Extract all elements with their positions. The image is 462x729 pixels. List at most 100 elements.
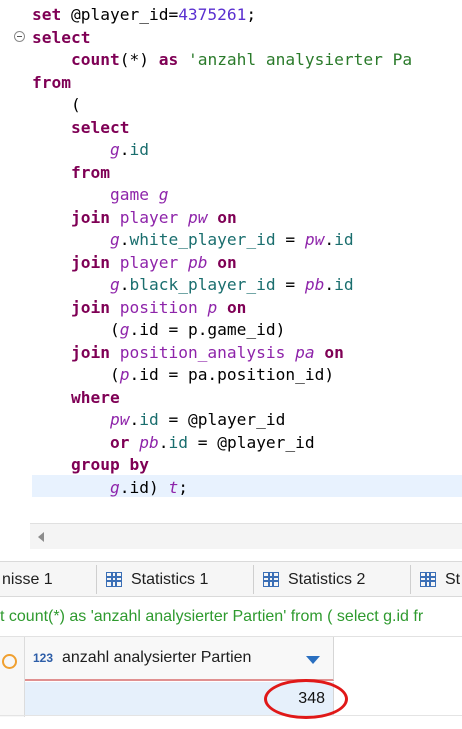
grid-icon — [263, 572, 279, 587]
tab-statistics-1[interactable]: Statistics 1 — [97, 562, 254, 597]
code-token: select — [70, 117, 130, 137]
code-line: from — [0, 162, 462, 185]
code-token: = @player_id — [158, 410, 286, 429]
code-line: join position_analysis pa on — [0, 342, 462, 365]
code-token: @player_id= — [70, 5, 179, 24]
tab-results[interactable]: nisse 1 — [0, 562, 97, 597]
row-header-column — [0, 637, 25, 717]
code-token: pb — [187, 252, 208, 272]
code-token: g — [119, 320, 130, 339]
code-token: group by — [70, 455, 149, 474]
tab-statistics-2[interactable]: Statistics 2 — [254, 562, 411, 597]
code-token: player — [119, 207, 188, 227]
code-line: count(*) as 'anzahl analysierter Pa — [0, 49, 462, 72]
code-token: . — [129, 410, 140, 429]
code-token: on — [324, 342, 344, 362]
code-token: id — [139, 410, 159, 429]
code-token: set — [32, 5, 71, 24]
code-token: on — [217, 252, 237, 272]
code-token: . — [324, 230, 335, 249]
code-line: g.white_player_id = pw.id — [0, 229, 462, 252]
code-token: on — [226, 297, 247, 317]
code-token: p — [207, 297, 218, 317]
column-header[interactable]: 123 anzahl analysierter Partien — [25, 637, 334, 681]
code-token: g — [109, 275, 120, 294]
code-line-text: join player pw on — [32, 207, 237, 230]
tab-results-label: nisse 1 — [2, 571, 53, 588]
code-line-text: select — [32, 117, 129, 140]
code-token: = @player_id — [187, 432, 315, 452]
code-line-text: pw.id = @player_id — [32, 409, 285, 432]
code-line-text: set @player_id=4375261; — [32, 4, 256, 27]
code-line-text: select — [32, 27, 90, 50]
code-token: position_analysis — [119, 342, 296, 362]
code-line: game g — [0, 184, 462, 207]
code-line-text: group by — [32, 454, 149, 477]
code-token: join — [70, 342, 110, 362]
tab-statistics-1-label: Statistics 1 — [131, 571, 209, 588]
code-line-text: or pb.id = @player_id — [32, 432, 315, 455]
code-token: 4375261 — [178, 5, 247, 24]
scroll-left-arrow-icon[interactable] — [38, 532, 44, 542]
record-mode-icon[interactable] — [2, 654, 17, 669]
code-line: ( — [0, 94, 462, 117]
sort-dropdown-icon[interactable] — [306, 656, 320, 664]
code-token: join — [70, 207, 110, 227]
code-token: pb — [304, 275, 325, 294]
code-line: (g.id = p.game_id) — [0, 319, 462, 342]
query-text-echo: t count(*) as 'anzahl analysierter Parti… — [0, 608, 424, 625]
code-line: g.black_player_id = pb.id — [0, 274, 462, 297]
code-line-text: g.id) t; — [32, 477, 188, 500]
code-token: ( — [32, 95, 81, 114]
code-token: pw — [109, 410, 130, 429]
code-token: . — [119, 140, 130, 159]
code-line: join player pb on — [0, 252, 462, 275]
code-token: id — [168, 432, 188, 452]
code-token: .id = p.game_id) — [129, 320, 286, 339]
tab-statistics-3[interactable]: St — [411, 562, 462, 597]
code-token: .id) — [119, 477, 169, 497]
code-token: ( — [32, 365, 120, 384]
code-line: group by — [0, 454, 462, 477]
code-line: g.id — [0, 139, 462, 162]
code-line-text: (g.id = p.game_id) — [32, 319, 285, 342]
code-token: = — [275, 275, 305, 294]
code-line-text: (p.id = pa.position_id) — [32, 364, 334, 387]
code-token: (*) — [119, 50, 159, 69]
code-token: id — [129, 140, 149, 159]
code-token: g — [158, 185, 169, 204]
code-line-text: join player pb on — [32, 252, 237, 275]
code-line-text: where — [32, 387, 120, 410]
code-line: join player pw on — [0, 207, 462, 230]
code-token: where — [70, 387, 120, 407]
code-token: = — [275, 230, 305, 249]
result-tabs-bar: nisse 1 Statistics 1 Statistics 2 St — [0, 561, 462, 597]
code-line-text: game g — [32, 184, 168, 207]
code-token: from — [32, 72, 71, 92]
code-line: set @player_id=4375261; — [0, 4, 462, 27]
sql-editor[interactable]: set @player_id=4375261; select count(*) a… — [0, 0, 462, 522]
code-line-text: g.black_player_id = pb.id — [32, 274, 354, 297]
code-token: id — [334, 230, 354, 249]
code-line: select — [0, 117, 462, 140]
code-token: count — [70, 50, 120, 69]
code-token: t — [168, 477, 179, 497]
column-header-label: anzahl analysierter Partien — [62, 649, 252, 666]
editor-horizontal-scrollbar[interactable] — [30, 523, 462, 549]
code-token: black_player_id — [129, 275, 276, 294]
